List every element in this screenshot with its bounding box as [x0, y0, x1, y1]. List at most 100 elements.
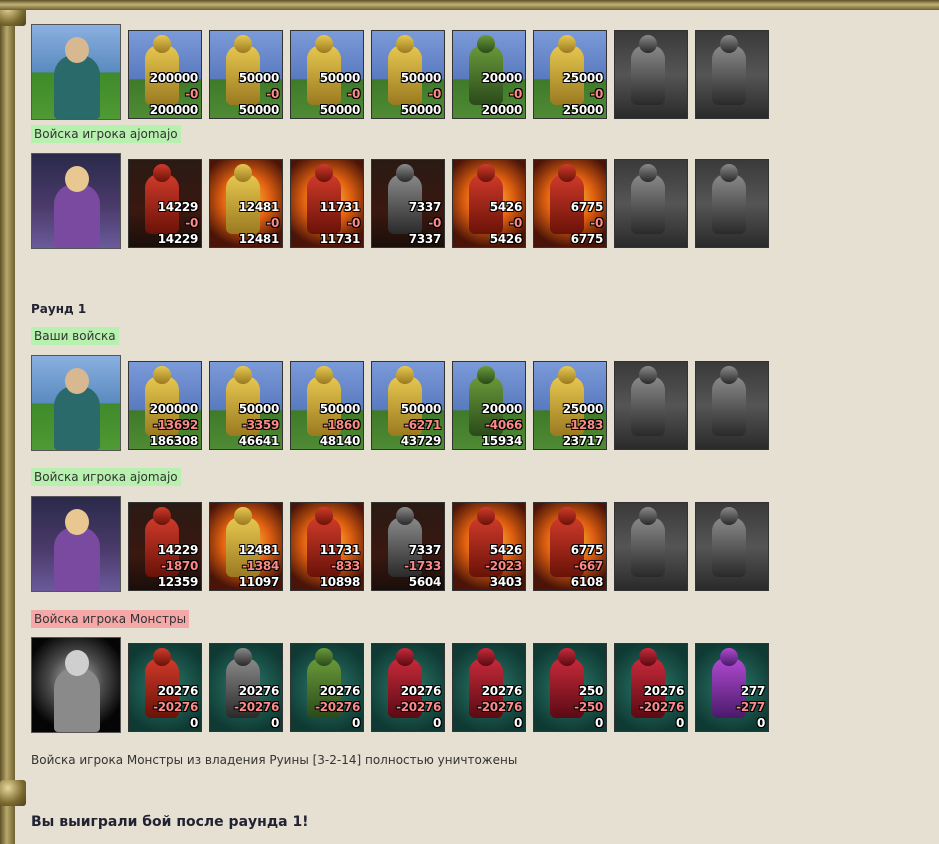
- hero-monster-mask-portrait[interactable]: [31, 637, 121, 733]
- unit-slot[interactable]: 50000 -3359 46641: [209, 361, 283, 450]
- unit-count-initial: 20276: [400, 684, 442, 698]
- unit-count-losses: -4066: [485, 418, 522, 432]
- empty-slot-icon: [615, 362, 687, 449]
- unit-count-initial: 11731: [319, 543, 361, 557]
- unit-slot[interactable]: 5426 -2023 3403: [452, 502, 526, 591]
- unit-slot[interactable]: 20276 -20276 0: [452, 643, 526, 732]
- unit-count-remaining: 0: [594, 716, 603, 730]
- unit-figure-head: [558, 35, 576, 53]
- unit-figure: [712, 376, 746, 436]
- hero-figure: [54, 184, 100, 248]
- unit-slot[interactable]: 50000 -6271 43729: [371, 361, 445, 450]
- unit-slot[interactable]: 20276 -20276 0: [128, 643, 202, 732]
- unit-count-initial: 7337: [408, 543, 442, 557]
- unit-figure-head: [234, 648, 252, 666]
- unit-count-remaining: 50000: [400, 103, 442, 117]
- unit-count-initial: 20276: [319, 684, 361, 698]
- unit-slot[interactable]: 6775 -0 6775: [533, 159, 607, 248]
- unit-count-losses: -0: [347, 87, 360, 101]
- unit-count-losses: -1870: [161, 559, 198, 573]
- unit-count-initial: 200000: [149, 71, 199, 85]
- unit-count-remaining: 50000: [238, 103, 280, 117]
- unit-slot[interactable]: 7337 -0 7337: [371, 159, 445, 248]
- army-owner-label: Войска игрока ajomajo: [31, 468, 181, 486]
- unit-figure-head: [396, 35, 414, 53]
- unit-slot[interactable]: 14229 -1870 12359: [128, 502, 202, 591]
- unit-count-losses: -20276: [396, 700, 441, 714]
- unit-count-remaining: 11731: [319, 232, 361, 246]
- unit-slot[interactable]: 20276 -20276 0: [371, 643, 445, 732]
- unit-figure-head: [639, 35, 657, 53]
- hero-figure: [54, 55, 100, 119]
- unit-slot[interactable]: [695, 361, 769, 450]
- unit-figure-head: [477, 507, 495, 525]
- unit-slot[interactable]: 25000 -0 25000: [533, 30, 607, 119]
- unit-slot[interactable]: [614, 159, 688, 248]
- unit-count-initial: 14229: [157, 200, 199, 214]
- unit-count-remaining: 0: [513, 716, 522, 730]
- unit-slot[interactable]: 11731 -833 10898: [290, 502, 364, 591]
- hero-female-teal-portrait[interactable]: [31, 24, 121, 120]
- unit-slot[interactable]: 12481 -1384 11097: [209, 502, 283, 591]
- unit-count-remaining: 186308: [149, 434, 199, 448]
- hero-female-teal-portrait[interactable]: [31, 355, 121, 451]
- unit-count-initial: 14229: [157, 543, 199, 557]
- unit-figure-head: [396, 164, 414, 182]
- unit-slot[interactable]: 50000 -0 50000: [290, 30, 364, 119]
- unit-slot[interactable]: [695, 159, 769, 248]
- unit-slot[interactable]: 25000 -1283 23717: [533, 361, 607, 450]
- unit-slot[interactable]: 6775 -667 6108: [533, 502, 607, 591]
- unit-count-losses: -3359: [242, 418, 279, 432]
- unit-slot[interactable]: 11731 -0 11731: [290, 159, 364, 248]
- unit-count-losses: -0: [509, 87, 522, 101]
- hero-face: [65, 368, 89, 394]
- unit-count-remaining: 12481: [238, 232, 280, 246]
- unit-slot[interactable]: 7337 -1733 5604: [371, 502, 445, 591]
- unit-figure-head: [315, 35, 333, 53]
- army-owner-label: Войска игрока ajomajo: [31, 125, 181, 143]
- unit-count-initial: 50000: [319, 71, 361, 85]
- unit-count-initial: 50000: [400, 402, 442, 416]
- unit-figure-head: [558, 366, 576, 384]
- unit-slot[interactable]: 20276 -20276 0: [290, 643, 364, 732]
- unit-slot[interactable]: 12481 -0 12481: [209, 159, 283, 248]
- unit-slot[interactable]: 20000 -4066 15934: [452, 361, 526, 450]
- destroyed-message: Войска игрока Монстры из владения Руины …: [31, 753, 518, 767]
- unit-figure-head: [396, 507, 414, 525]
- unit-count-remaining: 43729: [400, 434, 442, 448]
- unit-count-initial: 20276: [238, 684, 280, 698]
- unit-figure-head: [477, 366, 495, 384]
- unit-count-losses: -1860: [323, 418, 360, 432]
- unit-slot[interactable]: 50000 -1860 48140: [290, 361, 364, 450]
- unit-slot[interactable]: [614, 502, 688, 591]
- unit-slot[interactable]: 20276 -20276 0: [614, 643, 688, 732]
- unit-slot[interactable]: 20000 -0 20000: [452, 30, 526, 119]
- unit-slot[interactable]: 200000 -0 200000: [128, 30, 202, 119]
- unit-slot[interactable]: [695, 30, 769, 119]
- unit-count-losses: -13692: [153, 418, 198, 432]
- unit-count-initial: 11731: [319, 200, 361, 214]
- unit-count-losses: -833: [331, 559, 360, 573]
- unit-slot[interactable]: 277 -277 0: [695, 643, 769, 732]
- unit-count-losses: -0: [266, 216, 279, 230]
- unit-figure-head: [153, 164, 171, 182]
- unit-slot[interactable]: 250 -250 0: [533, 643, 607, 732]
- hero-female-blonde-portrait[interactable]: [31, 496, 121, 592]
- hero-female-blonde-portrait[interactable]: [31, 153, 121, 249]
- unit-slot[interactable]: 20276 -20276 0: [209, 643, 283, 732]
- empty-slot-icon: [696, 362, 768, 449]
- unit-slot[interactable]: 200000 -13692 186308: [128, 361, 202, 450]
- unit-count-losses: -20276: [315, 700, 360, 714]
- unit-slot[interactable]: 14229 -0 14229: [128, 159, 202, 248]
- unit-count-initial: 12481: [238, 543, 280, 557]
- unit-slot[interactable]: 5426 -0 5426: [452, 159, 526, 248]
- unit-slot[interactable]: [614, 361, 688, 450]
- unit-slot[interactable]: [614, 30, 688, 119]
- unit-slot[interactable]: 50000 -0 50000: [371, 30, 445, 119]
- hero-face: [65, 37, 89, 63]
- unit-count-losses: -1733: [404, 559, 441, 573]
- unit-slot[interactable]: 50000 -0 50000: [209, 30, 283, 119]
- unit-count-remaining: 0: [189, 716, 198, 730]
- unit-count-initial: 6775: [570, 200, 604, 214]
- unit-slot[interactable]: [695, 502, 769, 591]
